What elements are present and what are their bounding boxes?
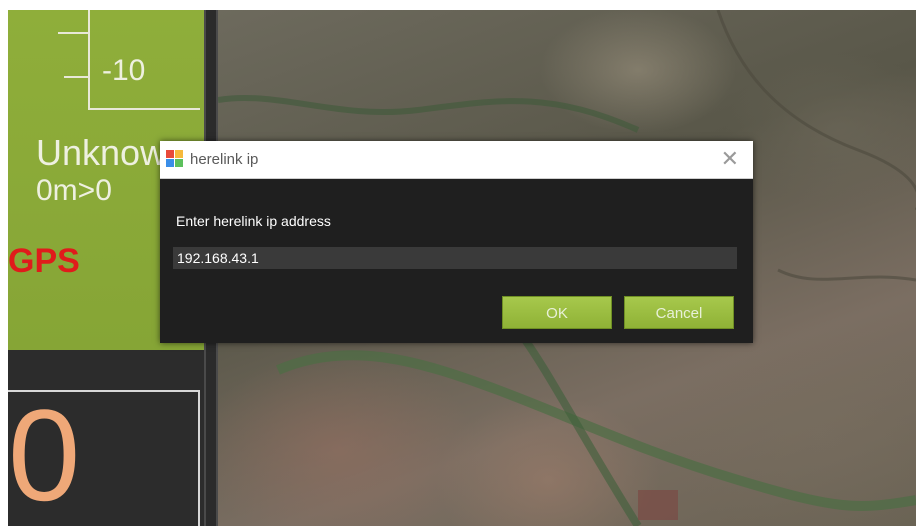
altitude-tick [64, 76, 88, 78]
distance-label: 0m>0 [36, 174, 112, 207]
dialog-title: herelink ip [190, 151, 259, 168]
dialog-titlebar[interactable]: herelink ip ✕ [160, 141, 753, 179]
ip-prompt-label: Enter herelink ip address [176, 213, 331, 229]
cancel-button[interactable]: Cancel [624, 296, 734, 329]
big-value: 0 [8, 382, 81, 526]
ip-address-input[interactable] [173, 247, 737, 269]
ok-button[interactable]: OK [502, 296, 612, 329]
altitude-tick-label: -10 [102, 54, 146, 87]
altitude-tick [58, 32, 88, 34]
app-icon [166, 150, 184, 168]
gps-status: GPS [8, 242, 80, 280]
flight-mode-label: Unknow [36, 132, 167, 173]
herelink-ip-dialog: herelink ip ✕ Enter herelink ip address … [160, 141, 753, 343]
close-icon[interactable]: ✕ [721, 146, 739, 172]
